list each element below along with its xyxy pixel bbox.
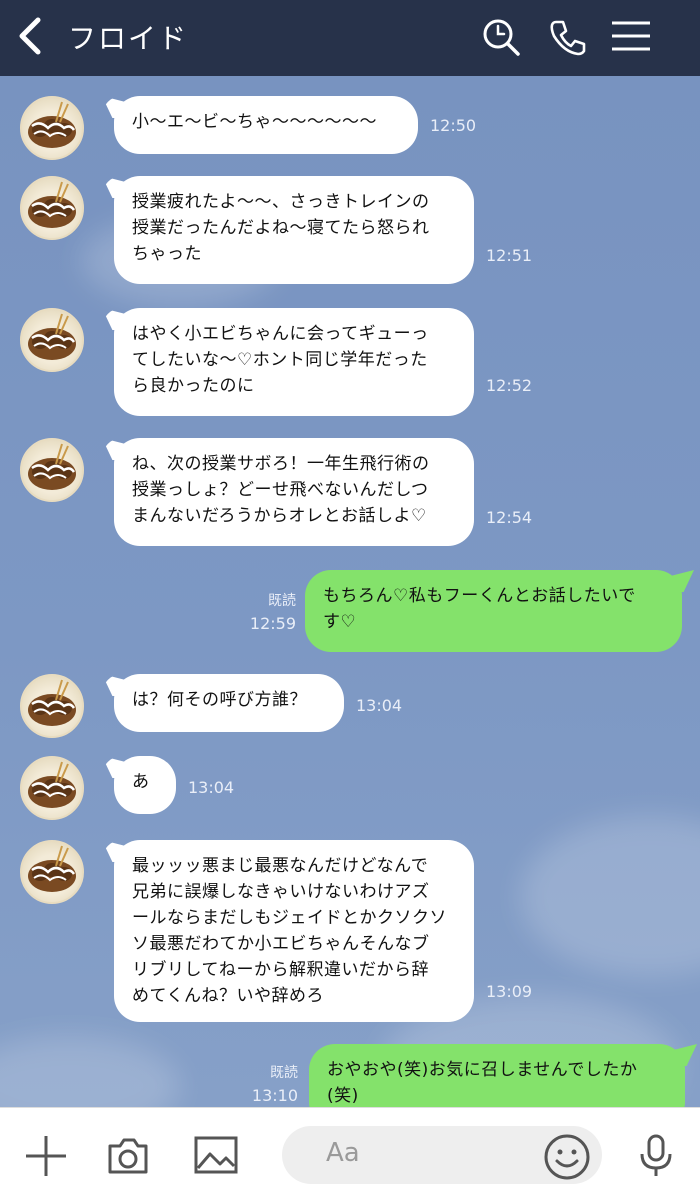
read-receipt: 既読 — [270, 1065, 298, 1081]
hamburger-menu-icon — [612, 21, 650, 51]
takoyaki-avatar-icon — [28, 101, 76, 148]
avatar[interactable] — [20, 96, 84, 160]
message-bubble[interactable]: は？何その呼び方誰？ — [114, 674, 344, 732]
read-receipt: 既読 — [268, 593, 296, 609]
search-button[interactable] — [478, 14, 524, 60]
avatar[interactable] — [20, 308, 84, 372]
message-list[interactable]: 小〜エ〜ビ〜ちゃ〜〜〜〜〜〜 12:50 授業疲れたよ〜〜、さっきトレインの 授… — [0, 76, 700, 1107]
message-bubble[interactable]: ね、次の授業サボろ！一年生飛行術の 授業っしょ？どーせ飛べないんだしつ まんない… — [114, 438, 474, 546]
message-bubble-sent[interactable]: おやおや(笑)お気に召しませんでしたか (笑) — [309, 1044, 685, 1107]
message-line: 授業だったんだよね〜寝てたら怒られ — [132, 218, 430, 238]
message-time: 13:04 — [356, 696, 403, 715]
message-line: ら良かったのに — [132, 376, 255, 396]
avatar[interactable] — [20, 438, 84, 502]
add-button[interactable] — [22, 1132, 70, 1180]
avatar[interactable] — [20, 756, 84, 820]
chevron-left-icon — [19, 17, 41, 55]
message-time: 12:59 — [249, 614, 296, 633]
message-time: 12:50 — [430, 116, 477, 135]
message-text: は？何その呼び方誰？ — [132, 690, 307, 710]
message-bubble[interactable]: はやく小エビちゃんに会ってギューっ てしたいな〜♡ホント同じ学年だった ら良かっ… — [114, 308, 474, 416]
chat-title: フロイド — [68, 22, 189, 55]
message-time: 12:54 — [486, 508, 533, 527]
microphone-icon — [640, 1134, 672, 1176]
message-line: もちろん♡私もフーくんとお話したいで — [323, 586, 636, 606]
message-line: ソ最悪だわてか小エビちゃんそんなブ — [132, 934, 430, 954]
voice-button[interactable] — [632, 1132, 680, 1180]
message-line: リブリしてねーから解釈違いだから辞 — [132, 960, 429, 980]
takoyaki-avatar-icon — [28, 761, 76, 808]
back-button[interactable] — [10, 14, 54, 58]
emoji-button[interactable] — [542, 1132, 592, 1182]
message-time: 13:09 — [486, 982, 533, 1001]
message-time: 13:04 — [188, 778, 235, 797]
menu-button[interactable] — [608, 14, 654, 60]
message-line: てしたいな〜♡ホント同じ学年だった — [132, 350, 428, 370]
message-line: 授業っしょ？どーせ飛べないんだしつ — [132, 480, 429, 500]
avatar[interactable] — [20, 674, 84, 738]
message-line: ね、次の授業サボろ！一年生飛行術の — [132, 454, 430, 474]
call-button[interactable] — [544, 14, 590, 60]
plus-icon — [26, 1136, 66, 1176]
message-line: ールならまだしもジェイドとかクソクソ — [132, 908, 447, 928]
avatar[interactable] — [20, 840, 84, 904]
takoyaki-avatar-icon — [28, 181, 76, 228]
message-line: まんないだろうからオレとお話しよ♡ — [132, 506, 427, 526]
message-line: めてくんね？いや辞めろ — [132, 986, 324, 1006]
message-line: おやおや(笑)お気に召しませんでしたか — [327, 1060, 638, 1080]
background-cloud — [0, 1036, 180, 1107]
background-cloud — [520, 816, 700, 976]
message-input-placeholder: Aa — [326, 1138, 360, 1168]
camera-icon — [108, 1138, 148, 1174]
takoyaki-avatar-icon — [28, 845, 76, 892]
smiley-icon — [544, 1134, 590, 1180]
message-line: す♡ — [323, 612, 357, 632]
message-line: (笑) — [327, 1086, 359, 1106]
avatar[interactable] — [20, 176, 84, 240]
message-bubble-sent[interactable]: もちろん♡私もフーくんとお話したいで す♡ — [305, 570, 682, 652]
message-bubble[interactable]: あ — [114, 756, 176, 814]
message-line: 最ッッッ悪まじ最悪なんだけどなんで — [132, 856, 429, 876]
takoyaki-avatar-icon — [28, 313, 76, 360]
camera-button[interactable] — [104, 1132, 152, 1180]
chat-header: フロイド — [0, 0, 700, 76]
message-composer: Aa — [0, 1107, 700, 1200]
message-time: 12:51 — [486, 246, 533, 265]
takoyaki-avatar-icon — [28, 679, 76, 726]
message-line: ちゃった — [132, 244, 202, 264]
message-time: 12:52 — [486, 376, 533, 395]
phone-icon — [550, 20, 586, 56]
message-bubble[interactable]: 小〜エ〜ビ〜ちゃ〜〜〜〜〜〜 — [114, 96, 418, 154]
image-icon — [194, 1136, 238, 1174]
message-bubble[interactable]: 授業疲れたよ〜〜、さっきトレインの 授業だったんだよね〜寝てたら怒られ ちゃった — [114, 176, 474, 284]
message-text: 小〜エ〜ビ〜ちゃ〜〜〜〜〜〜 — [132, 112, 377, 132]
message-line: はやく小エビちゃんに会ってギューっ — [132, 324, 429, 344]
message-line: 兄弟に誤爆しなきゃいけないわけアズ — [132, 882, 430, 902]
search-icon — [483, 19, 520, 56]
message-time: 13:10 — [251, 1086, 298, 1105]
message-line: 授業疲れたよ〜〜、さっきトレインの — [132, 192, 430, 212]
message-bubble[interactable]: 最ッッッ悪まじ最悪なんだけどなんで 兄弟に誤爆しなきゃいけないわけアズ ールなら… — [114, 840, 474, 1022]
image-button[interactable] — [192, 1132, 240, 1180]
message-text: あ — [132, 772, 150, 792]
takoyaki-avatar-icon — [28, 443, 76, 490]
